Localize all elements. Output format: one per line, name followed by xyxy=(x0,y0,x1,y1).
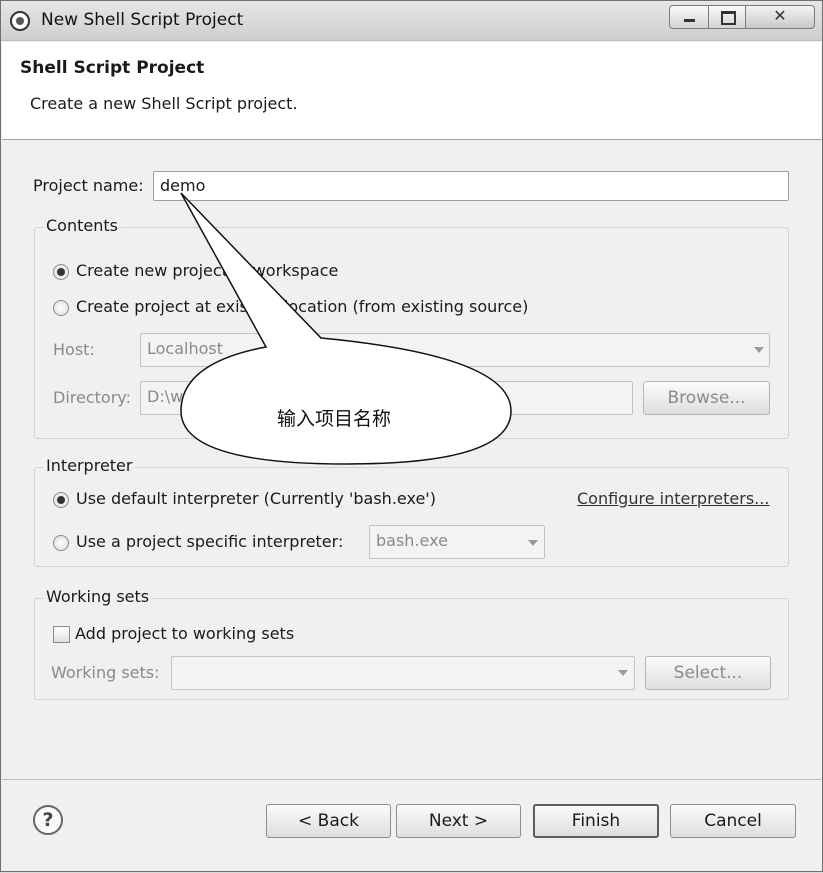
new-project-dialog: New Shell Script Project ✕ Shell Script … xyxy=(0,0,823,872)
annotation-callout-shape xyxy=(180,192,512,465)
annotation-callout-text: 输入项目名称 xyxy=(277,408,392,430)
